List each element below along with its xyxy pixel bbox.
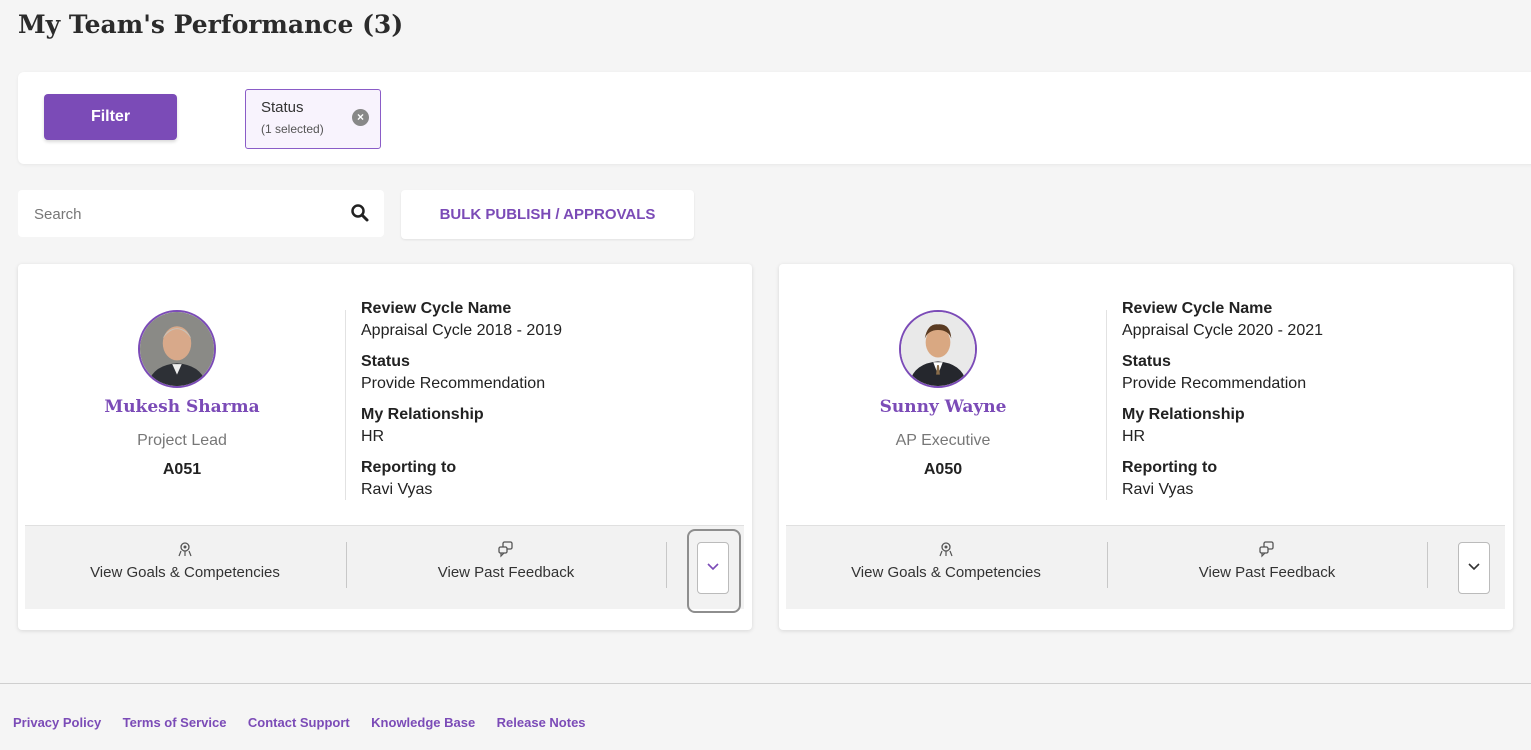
divider [1106,310,1107,500]
field-label: My Relationship [361,406,484,423]
field-value: Ravi Vyas [1122,481,1194,498]
employee-name[interactable]: Sunny Wayne [779,397,1107,417]
employee-card: Sunny Wayne AP Executive A050 Review Cyc… [779,264,1513,630]
view-goals-button[interactable]: View Goals & Competencies [25,540,345,596]
view-goals-button[interactable]: View Goals & Competencies [786,540,1106,596]
divider [666,542,667,588]
goals-icon [178,542,192,557]
filter-panel: Filter Status (1 selected) × [18,72,1531,164]
bulk-publish-button[interactable]: BULK PUBLISH / APPROVALS [401,190,694,239]
release-notes-link[interactable]: Release Notes [497,715,586,730]
chevron-down-icon [1468,563,1480,571]
avatar [138,310,216,388]
review-info: Review Cycle Name Appraisal Cycle 2018 -… [361,298,562,510]
divider [1427,542,1428,588]
employee-role: Project Lead [137,432,227,449]
view-goals-label: View Goals & Competencies [90,564,280,581]
contact-support-link[interactable]: Contact Support [248,715,350,730]
chevron-down-icon [707,563,719,571]
status-filter-chip[interactable]: Status (1 selected) × [245,89,381,149]
view-feedback-label: View Past Feedback [1198,564,1336,581]
avatar [899,310,977,388]
view-goals-label: View Goals & Competencies [851,564,1041,581]
field-label: Review Cycle Name [361,300,512,317]
footer-divider [0,683,1531,684]
review-info: Review Cycle Name Appraisal Cycle 2020 -… [1122,298,1323,510]
view-feedback-button[interactable]: View Past Feedback [347,540,665,596]
employee-name[interactable]: Mukesh Sharma [18,397,346,417]
employee-id: A050 [923,461,963,478]
close-icon[interactable]: × [352,109,369,126]
expand-button[interactable] [1458,542,1490,594]
footer-links: Privacy Policy Terms of Service Contact … [13,714,603,732]
field-value: HR [1122,428,1146,445]
search-input[interactable] [32,200,336,228]
card-footer: View Goals & Competencies View Past Feed… [786,525,1505,609]
field-value: HR [361,428,385,445]
page-title: My Team's Performance (3) [18,10,404,39]
knowledge-base-link[interactable]: Knowledge Base [371,715,475,730]
view-feedback-button[interactable]: View Past Feedback [1108,540,1426,596]
field-label: Reporting to [361,459,457,476]
goals-icon [939,542,953,557]
field-value: Provide Recommendation [361,375,546,392]
field-label: Status [1122,353,1171,370]
field-label: My Relationship [1122,406,1245,423]
field-label: Review Cycle Name [1122,300,1273,317]
feedback-icon [1259,541,1274,558]
chip-title: Status [261,99,304,116]
filter-button[interactable]: Filter [44,94,177,140]
view-feedback-label: View Past Feedback [437,564,575,581]
employee-role: AP Executive [895,432,991,449]
employee-card: Mukesh Sharma Project Lead A051 Review C… [18,264,752,630]
divider [345,310,346,500]
field-value: Provide Recommendation [1122,375,1307,392]
employee-id: A051 [162,461,202,478]
field-value: Appraisal Cycle 2020 - 2021 [1122,322,1324,339]
field-value: Appraisal Cycle 2018 - 2019 [361,322,563,339]
field-value: Ravi Vyas [361,481,433,498]
terms-of-service-link[interactable]: Terms of Service [123,715,227,730]
field-label: Reporting to [1122,459,1218,476]
privacy-policy-link[interactable]: Privacy Policy [13,715,101,730]
search-icon[interactable] [350,203,370,223]
feedback-icon [498,541,513,558]
expand-button[interactable] [697,542,729,594]
chip-subtitle: (1 selected) [261,122,324,136]
search-box [18,190,384,237]
card-footer: View Goals & Competencies View Past Feed… [25,525,744,613]
field-label: Status [361,353,410,370]
